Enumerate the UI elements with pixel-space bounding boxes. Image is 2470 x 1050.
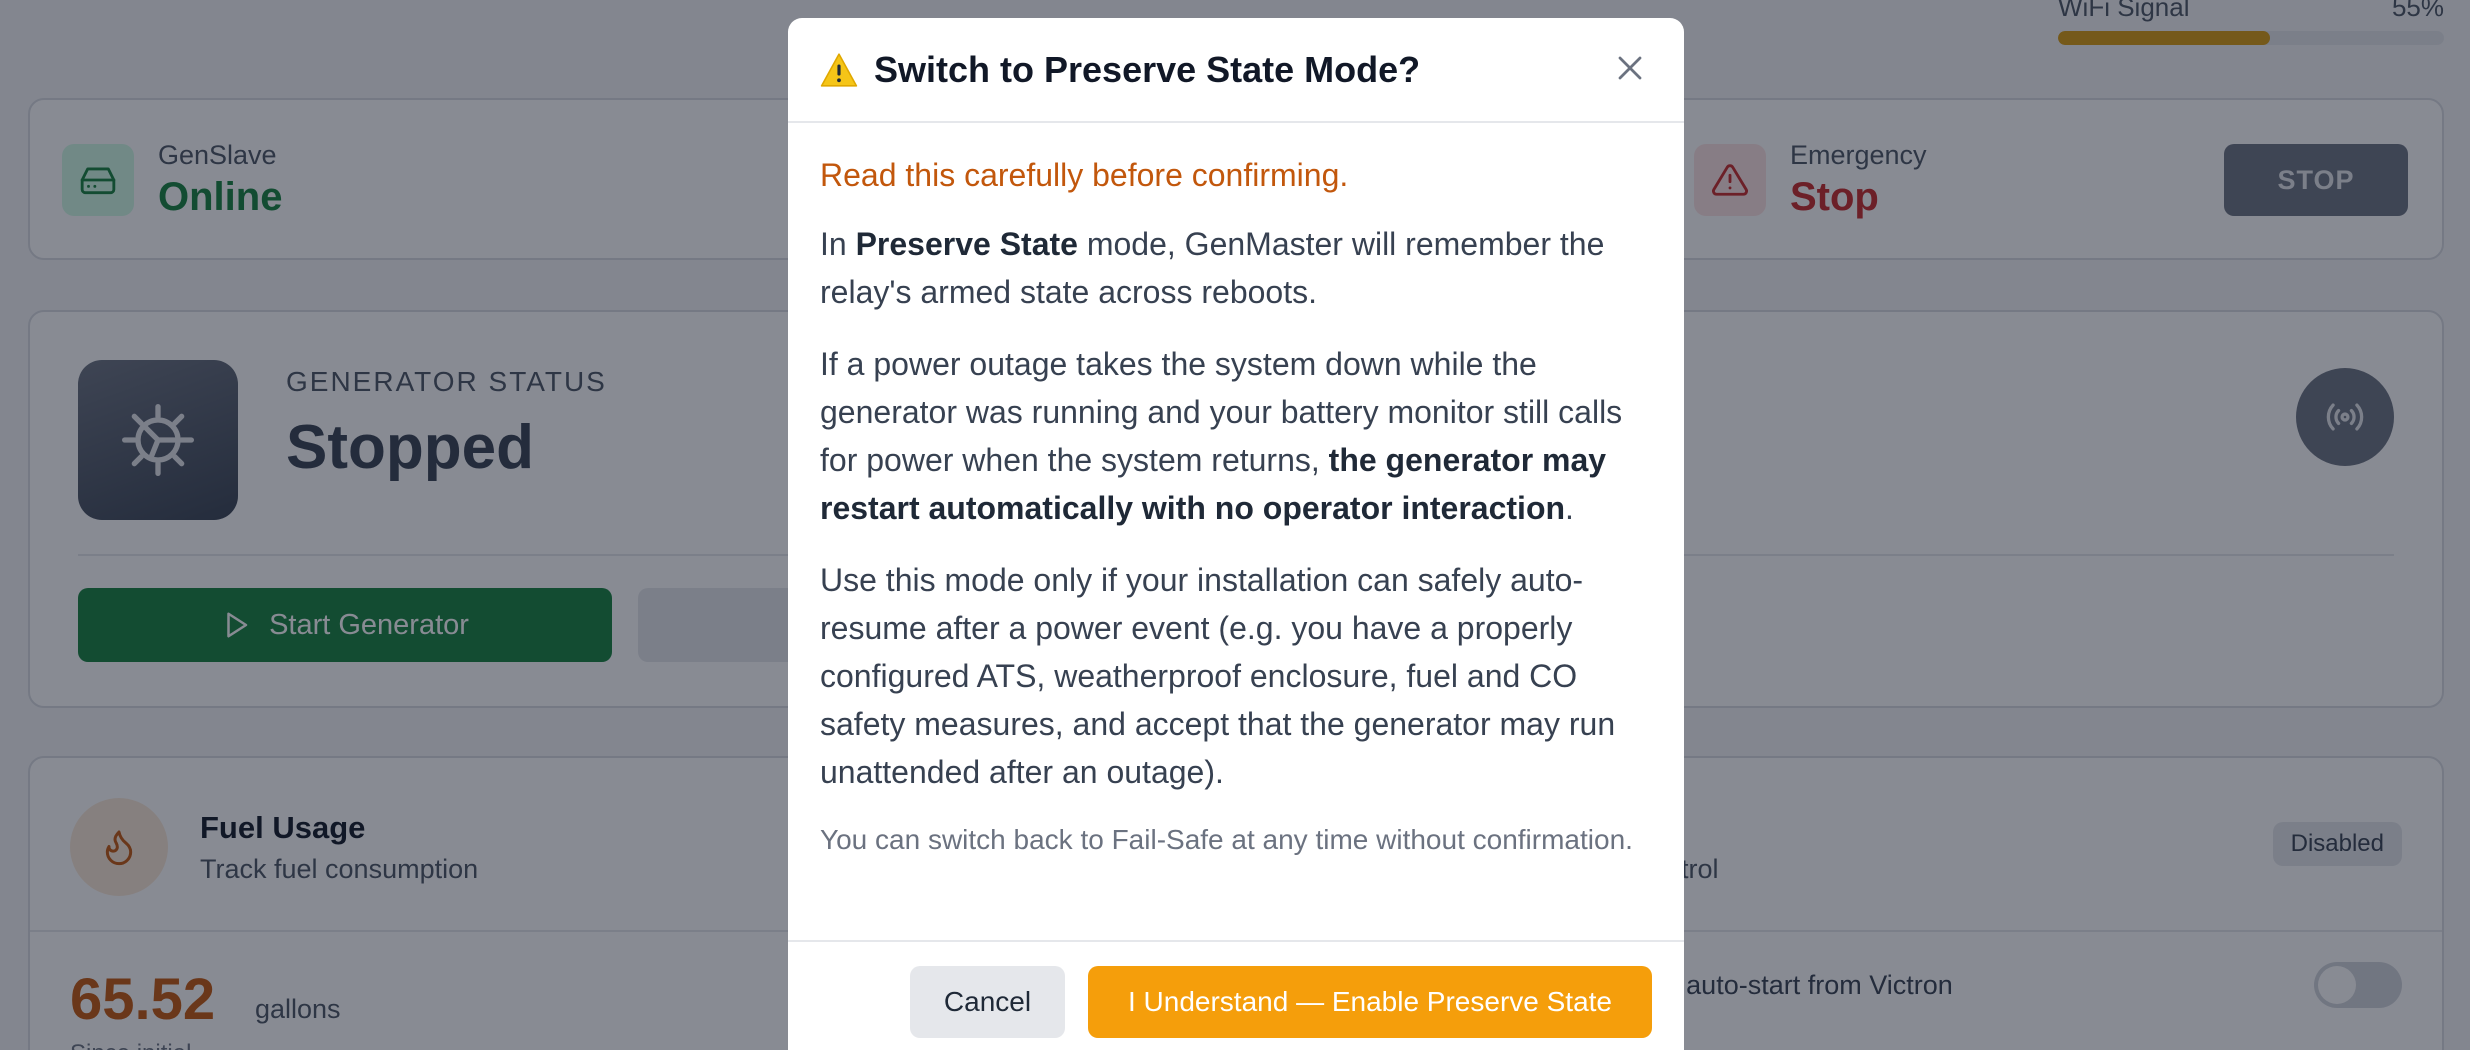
dialog-title: Switch to Preserve State Mode? bbox=[874, 48, 1421, 90]
cancel-button[interactable]: Cancel bbox=[910, 966, 1065, 1038]
preserve-state-dialog: Switch to Preserve State Mode? Read this… bbox=[788, 18, 1684, 1050]
dialog-warning: Read this carefully before confirming. bbox=[820, 157, 1349, 193]
p2-c: . bbox=[1565, 490, 1574, 526]
confirm-preserve-state-button[interactable]: I Understand — Enable Preserve State bbox=[1088, 966, 1652, 1038]
close-icon bbox=[1618, 56, 1642, 80]
p1-b: Preserve State bbox=[855, 226, 1078, 262]
dialog-footer: Cancel I Understand — Enable Preserve St… bbox=[788, 940, 1684, 1038]
warning-icon bbox=[820, 52, 858, 87]
dialog-note: You can switch back to Fail-Safe at any … bbox=[820, 824, 1633, 855]
dialog-body: Read this carefully before confirming. I… bbox=[788, 123, 1684, 860]
dialog-paragraph-3: Use this mode only if your installation … bbox=[820, 562, 1616, 790]
dialog-paragraph-2: If a power outage takes the system down … bbox=[820, 340, 1652, 532]
p1-a: In bbox=[820, 226, 856, 262]
close-button[interactable] bbox=[1610, 48, 1650, 88]
dialog-header: Switch to Preserve State Mode? bbox=[788, 18, 1684, 123]
dialog-paragraph-1: In Preserve State mode, GenMaster will r… bbox=[820, 220, 1652, 316]
